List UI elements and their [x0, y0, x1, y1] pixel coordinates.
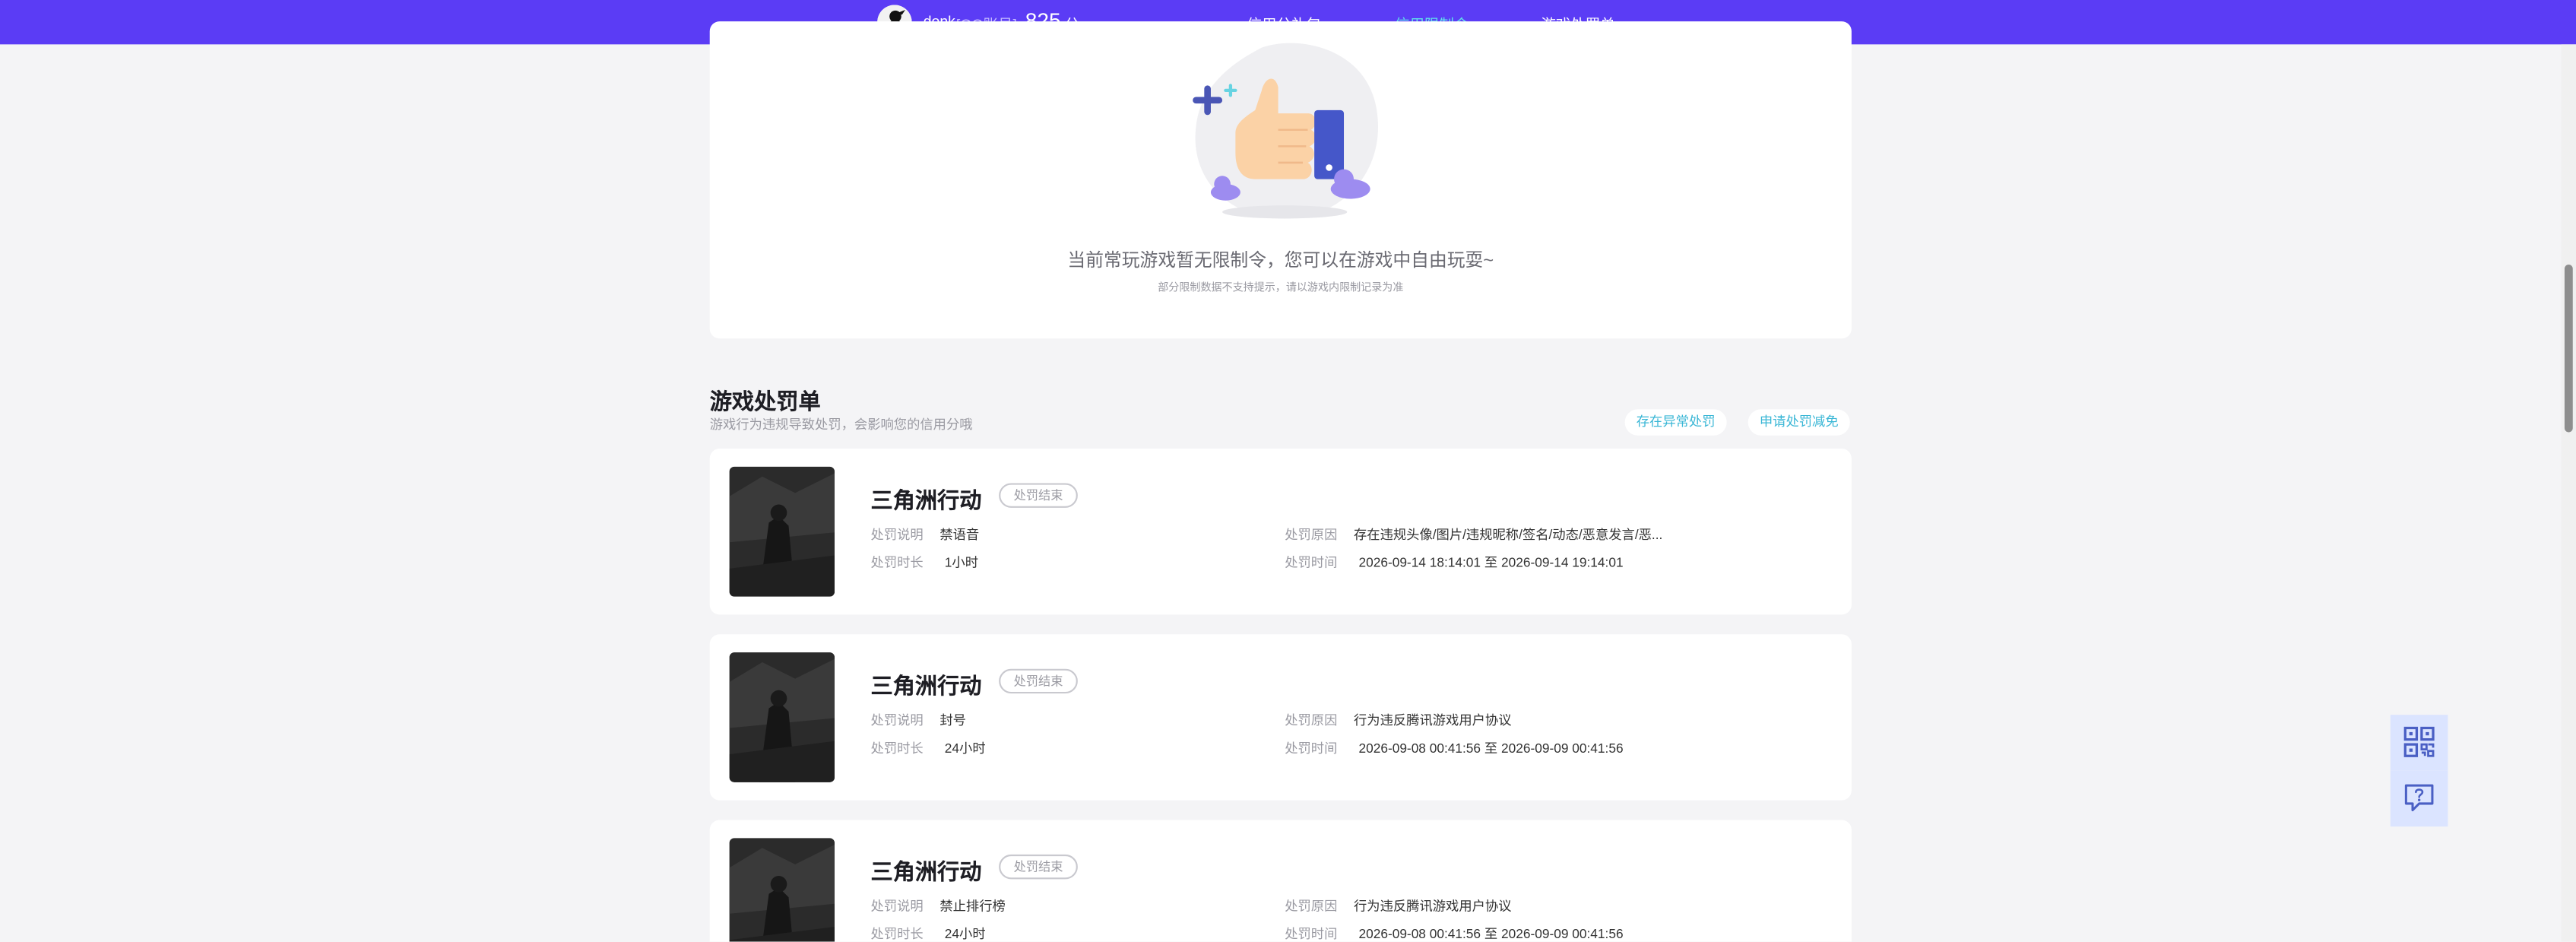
page-scrollbar[interactable] — [2561, 44, 2576, 942]
duration-label: 处罚时长 — [870, 555, 924, 571]
end-time: 2026-09-09 00:41:56 — [1501, 741, 1624, 756]
game-cover-image — [729, 652, 835, 782]
report-abnormal-penalty-button[interactable]: 存在异常处罚 — [1624, 409, 1727, 436]
status-badge: 处罚结束 — [999, 483, 1078, 508]
thumbs-up-illustration — [1183, 38, 1386, 250]
status-badge: 处罚结束 — [999, 668, 1078, 694]
reason-label: 处罚原因 — [1285, 527, 1338, 543]
qr-code-icon — [2403, 726, 2435, 757]
duration-label: 处罚时长 — [870, 927, 924, 942]
penalty-section-title: 游戏处罚单 — [709, 389, 821, 414]
game-cover-image — [729, 838, 835, 942]
time-range: 2026-09-08 00:41:56 至 2026-09-09 00:41:5… — [1358, 740, 1623, 758]
penalty-card[interactable]: 三角洲行动 处罚结束 处罚说明 封号 处罚时长 24小时 处罚原因 行为违反腾讯… — [709, 634, 1852, 801]
game-name: 三角洲行动 — [870, 487, 982, 513]
end-time: 2026-09-14 19:14:01 — [1501, 555, 1624, 571]
time-range: 2026-09-14 18:14:01 至 2026-09-14 19:14:0… — [1358, 553, 1623, 572]
description-value: 禁语音 — [939, 527, 980, 543]
help-chat-icon — [2404, 784, 2434, 812]
no-restriction-message: 当前常玩游戏暂无限制令，您可以在游戏中自由玩耍~ — [1067, 251, 1494, 271]
reason-value: 存在违规头像/图片/违规昵称/签名/动态/恶意发言/恶... — [1353, 527, 1663, 543]
status-badge: 处罚结束 — [999, 854, 1078, 880]
start-time: 2026-09-08 00:41:56 — [1358, 927, 1481, 942]
game-name: 三角洲行动 — [870, 674, 982, 699]
penalty-section-subtitle: 游戏行为违规导致处罚，会影响您的信用分哦 — [709, 417, 973, 433]
start-time: 2026-09-08 00:41:56 — [1358, 741, 1481, 756]
apply-penalty-reduction-button[interactable]: 申请处罚减免 — [1747, 409, 1850, 436]
restriction-status-card: 当前常玩游戏暂无限制令，您可以在游戏中自由玩耍~ 部分限制数据不支持提示，请以游… — [709, 21, 1852, 339]
time-range: 2026-09-08 00:41:56 至 2026-09-09 00:41:5… — [1358, 925, 1624, 942]
scrollbar-thumb[interactable] — [2564, 264, 2573, 433]
penalty-card[interactable]: 三角洲行动 处罚结束 处罚说明 禁止排行榜 处罚时长 24小时 处罚原因 行为违… — [709, 820, 1852, 942]
qr-code-button[interactable] — [2390, 715, 2448, 771]
time-label: 处罚时间 — [1285, 741, 1338, 756]
start-time: 2026-09-14 18:14:01 — [1358, 555, 1481, 571]
description-value: 禁止排行榜 — [939, 899, 1006, 914]
time-separator: 至 — [1484, 555, 1498, 571]
page: donk [QQ账号] 825 分 信用分礼包 信用限制令 游戏处罚单 — [0, 0, 2576, 942]
reason-label: 处罚原因 — [1285, 899, 1338, 914]
game-name: 三角洲行动 — [870, 859, 982, 884]
duration-label: 处罚时长 — [870, 741, 924, 756]
reason-value: 行为违反腾讯游戏用户协议 — [1353, 713, 1512, 728]
description-value: 封号 — [939, 713, 966, 728]
penalty-card[interactable]: 三角洲行动 处罚结束 处罚说明 禁语音 处罚时长 1小时 处罚原因 存在违规头像… — [709, 449, 1852, 615]
reason-value: 行为违反腾讯游戏用户协议 — [1353, 899, 1512, 914]
description-label: 处罚说明 — [870, 713, 924, 728]
description-label: 处罚说明 — [870, 527, 924, 543]
help-feedback-button[interactable] — [2390, 770, 2448, 827]
restriction-note: 部分限制数据不支持提示，请以游戏内限制记录为准 — [1158, 282, 1404, 294]
description-label: 处罚说明 — [870, 899, 924, 914]
duration-value: 24小时 — [944, 927, 986, 942]
time-label: 处罚时间 — [1285, 927, 1338, 942]
duration-value: 1小时 — [944, 555, 979, 571]
game-cover-image — [729, 466, 835, 597]
reason-label: 处罚原因 — [1285, 713, 1338, 728]
time-label: 处罚时间 — [1285, 555, 1338, 571]
end-time: 2026-09-09 00:41:56 — [1501, 927, 1624, 942]
time-separator: 至 — [1484, 927, 1498, 942]
time-separator: 至 — [1484, 741, 1498, 756]
duration-value: 24小时 — [944, 741, 986, 756]
